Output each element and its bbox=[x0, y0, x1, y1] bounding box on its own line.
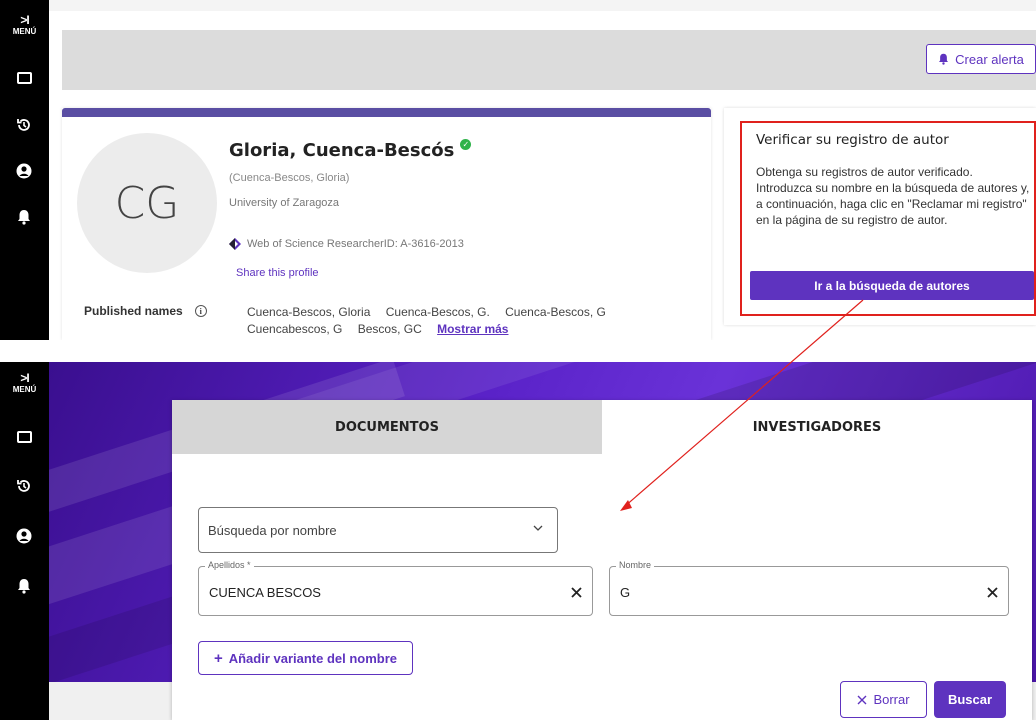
published-names-label: Published names i bbox=[84, 304, 207, 318]
go-to-author-search-button[interactable]: Ir a la búsqueda de autores bbox=[750, 271, 1034, 300]
show-more-link[interactable]: Mostrar más bbox=[437, 322, 508, 336]
expand-menu-icon: >I bbox=[20, 371, 29, 385]
profile-alt-name: (Cuenca-Bescos, Gloria) bbox=[229, 172, 350, 184]
researcher-id-text: Web of Science ResearcherID: A-3616-2013 bbox=[247, 238, 464, 250]
published-name: Cuenca-Bescos, G. bbox=[385, 305, 490, 319]
add-name-variant-button[interactable]: + Añadir variante del nombre bbox=[198, 641, 413, 675]
search-panel: DOCUMENTOS INVESTIGADORES Búsqueda por n… bbox=[172, 400, 1032, 720]
published-names-label-text: Published names bbox=[84, 304, 183, 318]
clear-label: Borrar bbox=[873, 692, 910, 707]
folder-icon[interactable] bbox=[15, 69, 33, 87]
add-name-variant-label: Añadir variante del nombre bbox=[228, 650, 398, 666]
plus-icon: + bbox=[213, 649, 223, 667]
researcher-id: Web of Science ResearcherID: A-3616-2013 bbox=[229, 238, 464, 250]
researcher-profile-screenshot: >I MENÚ Crear alerta CG Gloria, Cuenca-B… bbox=[0, 0, 1036, 340]
clear-first-name-icon[interactable] bbox=[987, 587, 998, 598]
bell-icon bbox=[939, 53, 949, 65]
published-name: Bescos, GC bbox=[357, 322, 422, 336]
verified-check-icon: ✓ bbox=[460, 139, 472, 150]
published-name: Cuencabescos, G bbox=[247, 322, 343, 336]
first-name-field[interactable]: Nombre G bbox=[609, 560, 1009, 616]
tab-researchers[interactable]: INVESTIGADORES bbox=[602, 400, 1032, 454]
clear-button[interactable]: Borrar bbox=[840, 681, 927, 718]
alert-bar: Crear alerta bbox=[62, 30, 1036, 90]
expand-menu-icon: >I bbox=[20, 13, 29, 27]
first-name-label: Nombre bbox=[616, 560, 655, 570]
profile-card: CG Gloria, Cuenca-Bescós ✓ (Cuenca-Besco… bbox=[62, 108, 711, 340]
surname-field[interactable]: Apellidos * CUENCA BESCOS bbox=[198, 560, 593, 616]
bell-icon[interactable] bbox=[15, 208, 33, 226]
author-search-screenshot: >I MENÚ DOCUMENTOS INVESTIGADORES Búsque… bbox=[0, 362, 1036, 720]
tab-documents[interactable]: DOCUMENTOS bbox=[172, 400, 602, 454]
profile-card-accent bbox=[62, 108, 711, 117]
user-icon[interactable] bbox=[15, 162, 33, 180]
verify-description: Obtenga su registros de autor verificado… bbox=[756, 165, 1030, 227]
avatar: CG bbox=[77, 133, 217, 273]
search-type-value: Búsqueda por nombre bbox=[208, 522, 337, 538]
history-icon[interactable] bbox=[15, 477, 33, 495]
folder-icon[interactable] bbox=[15, 428, 33, 446]
menu-label: MENÚ bbox=[12, 27, 37, 36]
share-profile-link[interactable]: Share this profile bbox=[236, 267, 319, 279]
menu-label: MENÚ bbox=[12, 385, 37, 394]
surname-value: CUENCA BESCOS bbox=[209, 585, 321, 600]
history-icon[interactable] bbox=[15, 116, 33, 134]
first-name-value: G bbox=[620, 585, 631, 600]
bell-icon[interactable] bbox=[15, 577, 33, 595]
published-name: Cuenca-Bescos, G bbox=[505, 305, 606, 319]
published-names-list: Cuenca-Bescos, Gloria Cuenca-Bescos, G. … bbox=[247, 304, 687, 338]
sidebar: >I MENÚ bbox=[0, 362, 49, 720]
surname-label: Apellidos * bbox=[205, 560, 254, 570]
menu-toggle[interactable]: >I MENÚ bbox=[0, 14, 49, 36]
top-bar bbox=[49, 0, 1036, 11]
close-icon bbox=[857, 695, 867, 704]
profile-name: Gloria, Cuenca-Bescós ✓ bbox=[229, 139, 472, 161]
profile-institution: University of Zaragoza bbox=[229, 197, 340, 209]
sidebar: >I MENÚ bbox=[0, 0, 49, 340]
published-name: Cuenca-Bescos, Gloria bbox=[247, 305, 371, 319]
info-icon[interactable]: i bbox=[194, 305, 207, 317]
search-type-select[interactable]: Búsqueda por nombre bbox=[198, 507, 558, 553]
user-icon[interactable] bbox=[15, 527, 33, 545]
verify-title: Verificar su registro de autor bbox=[756, 132, 949, 148]
menu-toggle[interactable]: >I MENÚ bbox=[0, 372, 49, 394]
search-button[interactable]: Buscar bbox=[934, 681, 1006, 718]
clear-surname-icon[interactable] bbox=[571, 587, 582, 598]
profile-name-text: Gloria, Cuenca-Bescós bbox=[229, 140, 455, 161]
create-alert-button[interactable]: Crear alerta bbox=[926, 44, 1036, 74]
chevron-down-icon bbox=[533, 525, 543, 531]
web-of-science-logo-icon bbox=[229, 238, 241, 250]
create-alert-label: Crear alerta bbox=[955, 51, 1024, 67]
